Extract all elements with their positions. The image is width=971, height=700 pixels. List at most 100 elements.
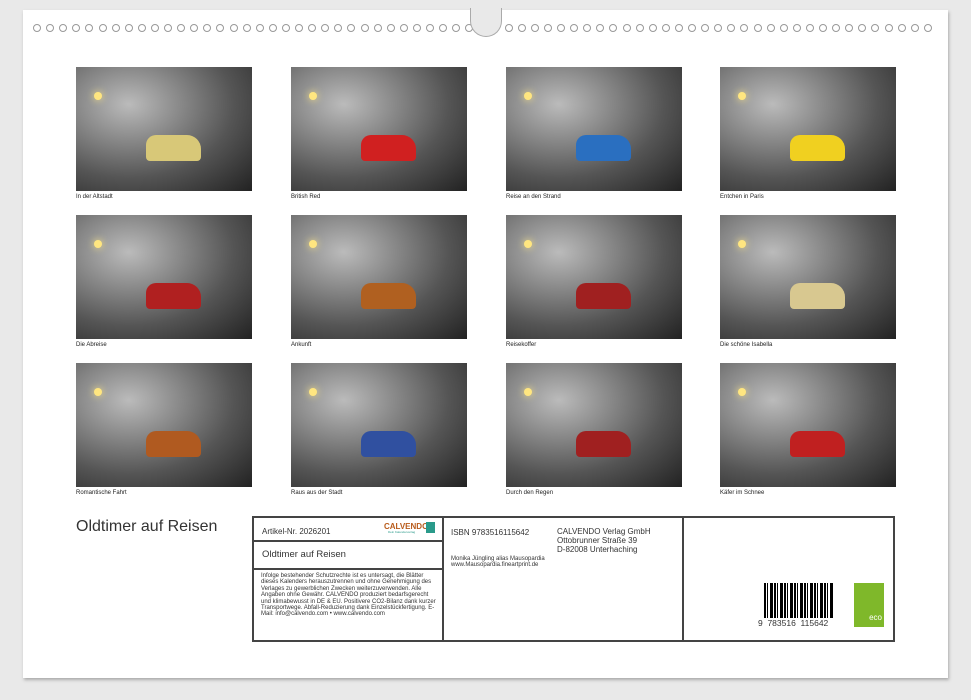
calendar-month-image — [720, 363, 896, 487]
calvendo-logo-subtitle: Dein Kalenderverlag — [388, 531, 415, 534]
article-number: Artikel-Nr. 2026201 — [262, 527, 330, 536]
lamp-icon — [738, 240, 746, 248]
binding-hole — [256, 24, 264, 32]
binding-hole — [439, 24, 447, 32]
isbn: ISBN 9783516115642 — [451, 528, 529, 537]
binding-hole — [780, 24, 788, 32]
binding-hole — [845, 24, 853, 32]
binding-hole — [557, 24, 565, 32]
divider — [254, 568, 443, 570]
calendar-month-image — [291, 215, 467, 339]
binding-hole — [374, 24, 382, 32]
car-icon — [146, 431, 201, 457]
binding-hole — [452, 24, 460, 32]
binding-hole — [885, 24, 893, 32]
binding-hole — [740, 24, 748, 32]
binding-hole — [151, 24, 159, 32]
binding-hole — [321, 24, 329, 32]
legal-notice: Infolge bestehender Schutzrechte ist es … — [261, 573, 439, 618]
binding-hole — [531, 24, 539, 32]
car-icon — [146, 135, 201, 161]
image-caption: Raus aus der Stadt — [291, 490, 342, 496]
calendar-month-image — [291, 363, 467, 487]
binding-hole — [701, 24, 709, 32]
calvendo-logo-mark — [426, 522, 435, 533]
binding-hole — [898, 24, 906, 32]
calendar-month-image — [76, 363, 252, 487]
calendar-month-image — [506, 363, 682, 487]
calendar-month-image — [720, 67, 896, 191]
binding-hole — [177, 24, 185, 32]
image-caption: British Red — [291, 194, 320, 200]
lamp-icon — [524, 388, 532, 396]
lamp-icon — [94, 240, 102, 248]
author-url: www.Mausopardia.fineartprint.de — [451, 562, 538, 568]
binding-hole — [308, 24, 316, 32]
binding-hole — [793, 24, 801, 32]
lamp-icon — [309, 92, 317, 100]
publisher-address: CALVENDO Verlag GmbH Ottobrunner Straße … — [557, 527, 651, 554]
binding-hole — [33, 24, 41, 32]
publisher-city: D-82008 Unterhaching — [557, 545, 651, 554]
imprint-title: Oldtimer auf Reisen — [262, 550, 346, 559]
calendar-title: Oldtimer auf Reisen — [76, 518, 217, 536]
calendar-month-image — [76, 215, 252, 339]
binding-hole — [570, 24, 578, 32]
binding-hole — [112, 24, 120, 32]
car-icon — [361, 283, 416, 309]
image-caption: Die schöne Isabella — [720, 342, 772, 348]
car-icon — [576, 283, 631, 309]
calendar-month-image — [720, 215, 896, 339]
binding-hole — [754, 24, 762, 32]
binding-hole — [583, 24, 591, 32]
lamp-icon — [309, 388, 317, 396]
binding-hole — [832, 24, 840, 32]
binding-hole — [505, 24, 513, 32]
binding-hole — [609, 24, 617, 32]
binding-hole — [190, 24, 198, 32]
calendar-month-image — [506, 215, 682, 339]
image-caption: Durch den Regen — [506, 490, 553, 496]
binding-hole — [544, 24, 552, 32]
binding-hole — [282, 24, 290, 32]
binding-hole — [85, 24, 93, 32]
lamp-icon — [738, 92, 746, 100]
image-caption: Ankunft — [291, 342, 311, 348]
binding-hole — [911, 24, 919, 32]
binding-hole — [649, 24, 657, 32]
binding-hole — [269, 24, 277, 32]
binding-hole — [871, 24, 879, 32]
car-icon — [576, 135, 631, 161]
binding-hole — [662, 24, 670, 32]
imprint-box: Artikel-Nr. 2026201 CALVENDO Dein Kalend… — [252, 516, 895, 642]
binding-hole — [924, 24, 932, 32]
calendar-month-image — [76, 67, 252, 191]
barcode-number: 9 783516 115642 — [758, 619, 828, 628]
binding-hole — [46, 24, 54, 32]
divider — [442, 518, 444, 640]
car-icon — [146, 283, 201, 309]
image-caption: Romantische Fahrt — [76, 490, 127, 496]
binding-hole — [623, 24, 631, 32]
image-caption: Die Abreise — [76, 342, 107, 348]
car-icon — [790, 135, 845, 161]
calendar-month-image — [506, 67, 682, 191]
binding-hole — [295, 24, 303, 32]
binding-hole — [675, 24, 683, 32]
image-caption: Reisekoffer — [506, 342, 536, 348]
binding-hole — [714, 24, 722, 32]
publisher-name: CALVENDO Verlag GmbH — [557, 527, 651, 536]
binding-hole — [426, 24, 434, 32]
binding-hole — [400, 24, 408, 32]
lamp-icon — [524, 92, 532, 100]
lamp-icon — [524, 240, 532, 248]
car-icon — [361, 135, 416, 161]
binding-hole — [688, 24, 696, 32]
divider — [254, 540, 443, 542]
car-icon — [576, 431, 631, 457]
eco-badge: eco — [854, 583, 884, 627]
car-icon — [361, 431, 416, 457]
image-caption: Entchen in Paris — [720, 194, 764, 200]
binding-hole — [216, 24, 224, 32]
car-icon — [790, 283, 845, 309]
